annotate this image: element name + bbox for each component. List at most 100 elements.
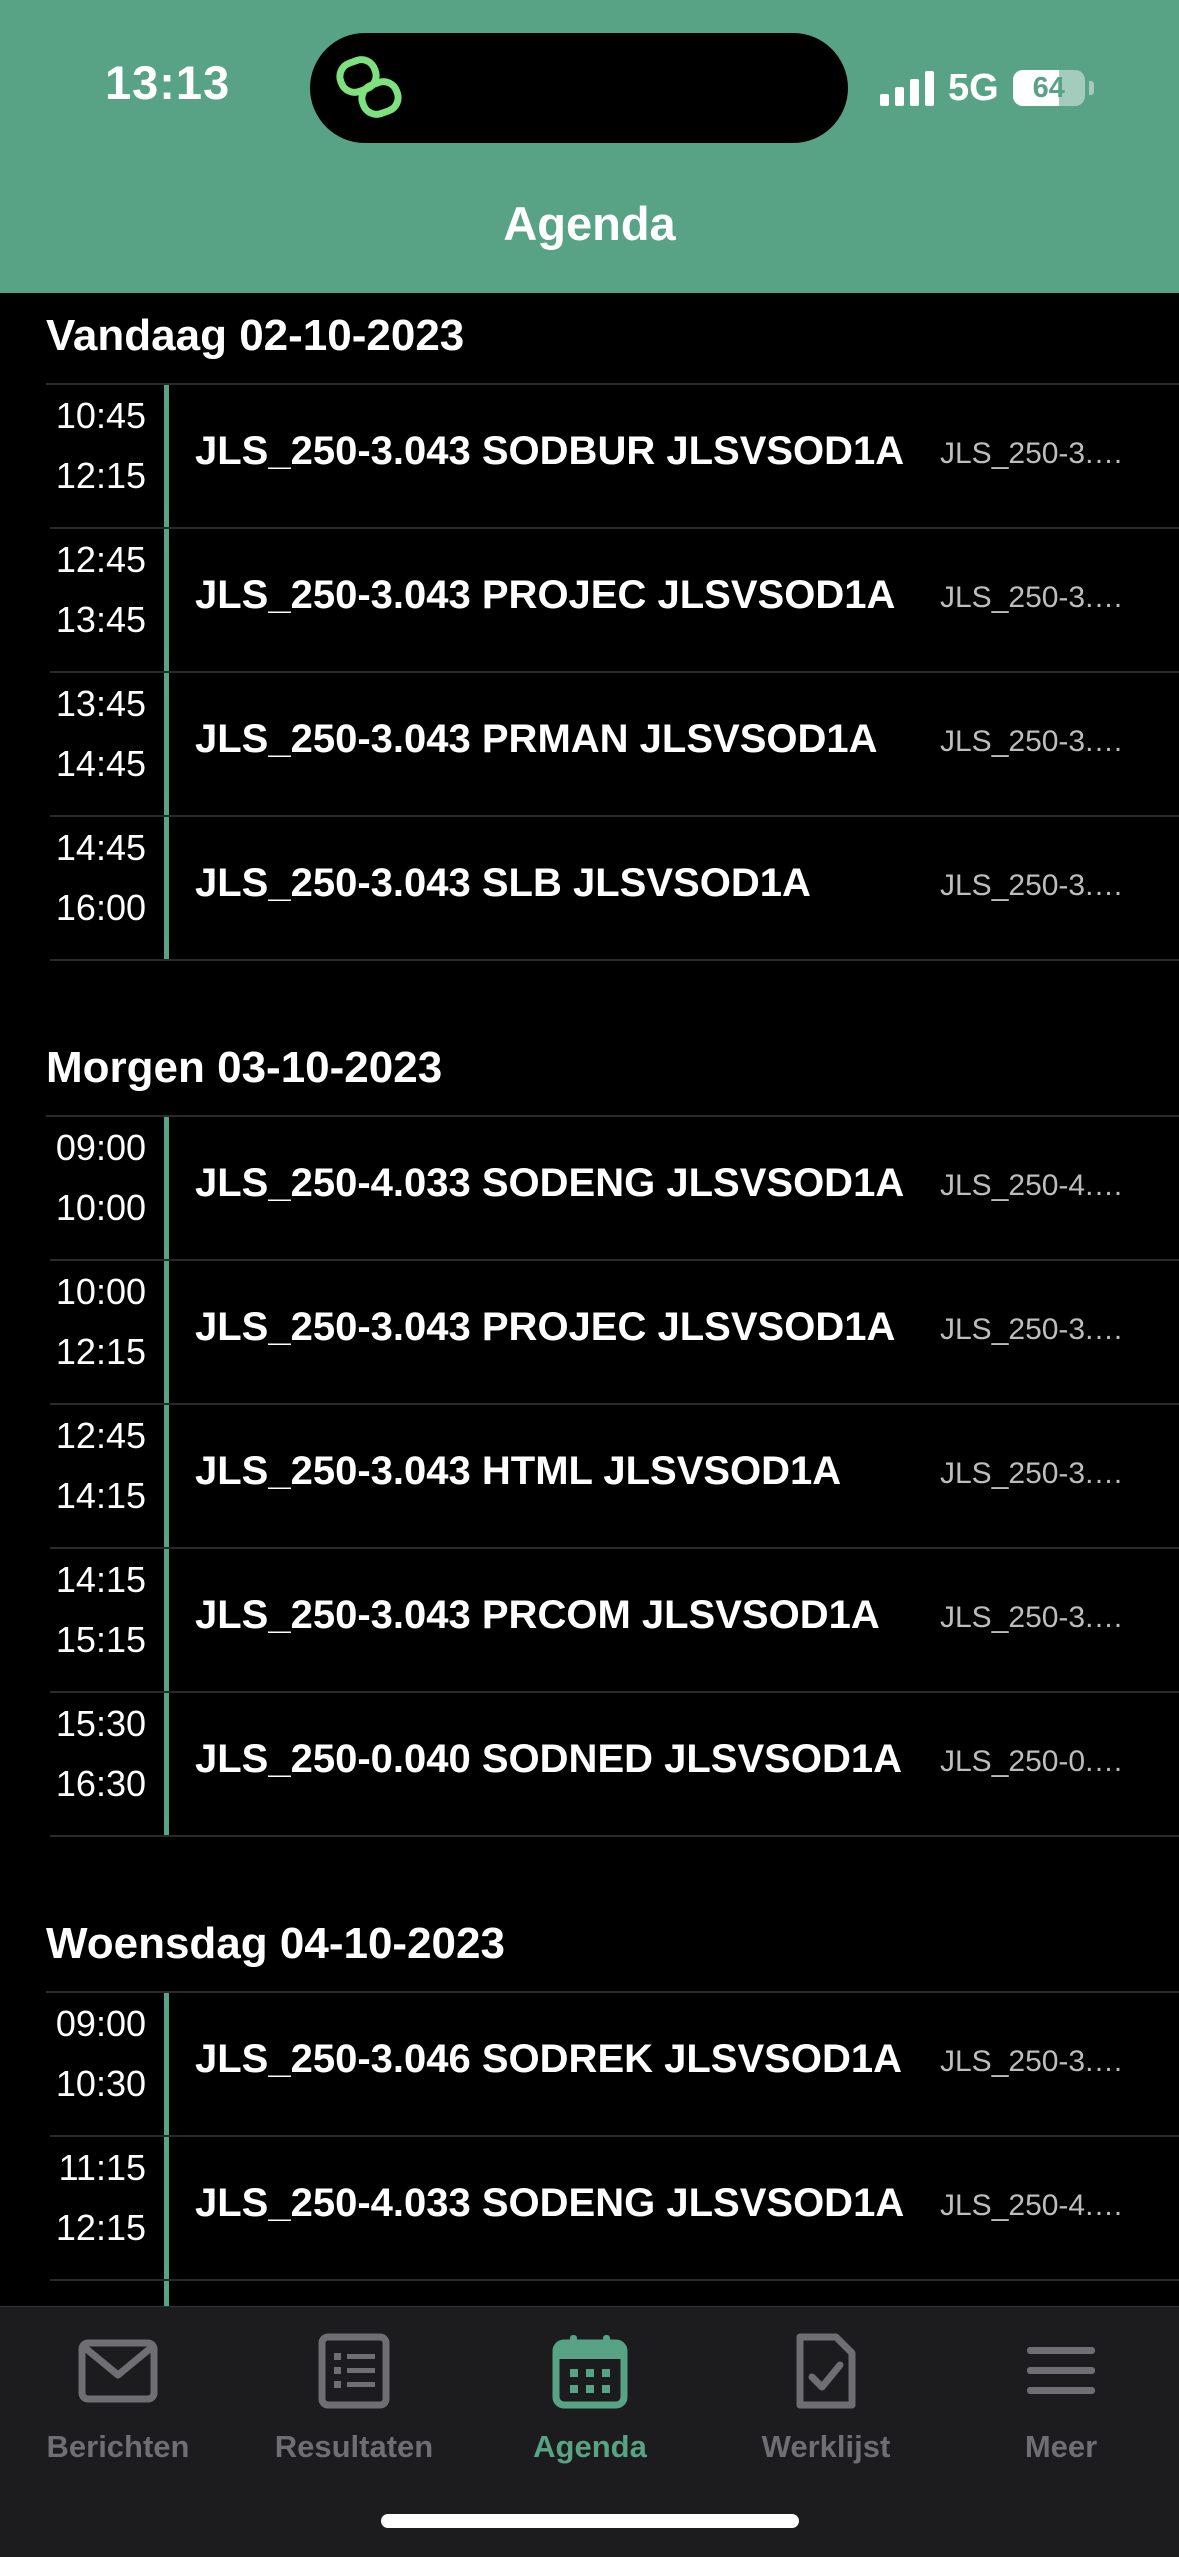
status-time: 13:13 <box>105 56 231 109</box>
dynamic-island <box>310 33 848 143</box>
event-row[interactable]: 09:00 10:30 JLS_250-3.046 SODREK JLSVSOD… <box>0 1993 1179 2137</box>
tab-resultaten[interactable]: Resultaten <box>236 2327 472 2477</box>
tab-berichten[interactable]: Berichten <box>0 2327 236 2477</box>
event-color-bar <box>164 1261 169 1405</box>
row-divider <box>50 1835 1179 1837</box>
app-header: 13:13 5G 64 Agenda <box>0 0 1179 293</box>
event-start-time: 14:15 <box>55 1559 146 1600</box>
event-row[interactable]: 10:00 12:15 JLS_250-3.043 PROJEC JLSVSOD… <box>0 1261 1179 1405</box>
day-header: Morgen 03-10-2023 <box>46 1043 443 1092</box>
event-start-time: 14:45 <box>55 827 146 868</box>
event-location: JLS_250-3.043 <box>940 437 1130 470</box>
event-start-time: 15:30 <box>55 1703 146 1744</box>
event-start-time: 13:45 <box>55 683 146 724</box>
app-logo-icon <box>336 56 402 118</box>
event-color-bar <box>164 529 169 673</box>
signal-icon <box>880 70 934 106</box>
day-header: Woensdag 04-10-2023 <box>46 1919 505 1968</box>
event-color-bar <box>164 2137 169 2281</box>
tab-label: Resultaten <box>274 2429 434 2464</box>
row-divider <box>50 959 1179 961</box>
battery-icon: 64 <box>1012 70 1085 106</box>
event-row-partial[interactable] <box>0 2281 1179 2306</box>
tab-meer[interactable]: Meer <box>943 2327 1179 2477</box>
event-row[interactable]: 15:30 16:30 JLS_250-0.040 SODNED JLSVSOD… <box>0 1693 1179 1837</box>
page-title: Agenda <box>503 197 676 250</box>
event-color-bar <box>164 385 169 529</box>
event-start-time: 12:45 <box>55 1415 146 1456</box>
event-color-bar <box>164 1405 169 1549</box>
home-indicator[interactable] <box>381 2514 799 2528</box>
event-location: JLS_250-3.043 <box>940 1601 1130 1634</box>
tab-werklijst[interactable]: Werklijst <box>708 2327 944 2477</box>
event-subject: JLS_250-3.043 SLB JLSVSOD1A <box>195 861 811 905</box>
event-subject: JLS_250-4.033 SODENG JLSVSOD1A <box>195 1161 905 1205</box>
event-row[interactable]: 11:15 12:15 JLS_250-4.033 SODENG JLSVSOD… <box>0 2137 1179 2281</box>
event-end-time: 10:00 <box>55 1187 146 1228</box>
event-subject: JLS_250-4.033 SODENG JLSVSOD1A <box>195 2181 905 2225</box>
event-location: JLS_250-3.043 <box>940 581 1130 614</box>
event-subject: JLS_250-3.043 HTML JLSVSOD1A <box>195 1449 842 1493</box>
checklist-icon <box>796 2333 856 2409</box>
mail-icon <box>78 2339 158 2403</box>
event-location: JLS_250-3.046 <box>940 2045 1130 2078</box>
event-end-time: 14:15 <box>55 1475 146 1516</box>
calendar-icon <box>552 2335 628 2409</box>
event-end-time: 16:30 <box>55 1763 146 1804</box>
event-color-bar <box>164 1993 169 2137</box>
battery-percentage: 64 <box>1032 72 1065 104</box>
event-end-time: 12:15 <box>55 455 146 496</box>
event-end-time: 16:00 <box>55 887 146 928</box>
event-color-bar <box>164 673 169 817</box>
list-icon <box>318 2333 390 2409</box>
event-start-time: 10:45 <box>55 395 146 436</box>
event-subject: JLS_250-3.043 SODBUR JLSVSOD1A <box>195 429 905 473</box>
event-location: JLS_250-3.043 <box>940 1457 1130 1490</box>
event-color-bar <box>164 1549 169 1693</box>
event-subject: JLS_250-3.046 SODREK JLSVSOD1A <box>195 2037 902 2081</box>
event-location: JLS_250-3.043 <box>940 1313 1130 1346</box>
agenda-list[interactable]: Vandaag 02-10-2023 10:45 12:15 JLS_250-3… <box>0 293 1179 2306</box>
event-location: JLS_250-3.043 <box>940 869 1130 902</box>
event-location: JLS_250-4.033 <box>940 1169 1130 1202</box>
event-row[interactable]: 14:15 15:15 JLS_250-3.043 PRCOM JLSVSOD1… <box>0 1549 1179 1693</box>
event-row[interactable]: 14:45 16:00 JLS_250-3.043 SLB JLSVSOD1A … <box>0 817 1179 961</box>
event-location: JLS_250-4.033 <box>940 2189 1130 2222</box>
event-row[interactable]: 12:45 14:15 JLS_250-3.043 HTML JLSVSOD1A… <box>0 1405 1179 1549</box>
event-subject: JLS_250-3.043 PROJEC JLSVSOD1A <box>195 573 896 617</box>
event-start-time: 09:00 <box>55 1127 146 1168</box>
menu-icon <box>1027 2347 1095 2394</box>
event-row[interactable]: 13:45 14:45 JLS_250-3.043 PRMAN JLSVSOD1… <box>0 673 1179 817</box>
event-color-bar <box>164 2281 169 2306</box>
tab-label: Meer <box>1024 2429 1098 2464</box>
tab-label: Werklijst <box>761 2429 891 2464</box>
network-type: 5G <box>948 66 999 109</box>
event-end-time: 15:15 <box>55 1619 146 1660</box>
event-start-time: 11:15 <box>58 2147 146 2188</box>
status-indicators: 5G 64 <box>880 66 1094 110</box>
event-subject: JLS_250-3.043 PROJEC JLSVSOD1A <box>195 1305 896 1349</box>
event-row[interactable]: 12:45 13:45 JLS_250-3.043 PROJEC JLSVSOD… <box>0 529 1179 673</box>
event-color-bar <box>164 1693 169 1837</box>
event-color-bar <box>164 1117 169 1261</box>
event-location: JLS_250-3.043 <box>940 725 1130 758</box>
event-start-time: 10:00 <box>55 1271 146 1312</box>
event-subject: JLS_250-3.043 PRCOM JLSVSOD1A <box>195 1593 880 1637</box>
event-subject: JLS_250-3.043 PRMAN JLSVSOD1A <box>195 717 878 761</box>
event-end-time: 10:30 <box>55 2063 146 2104</box>
event-end-time: 12:15 <box>55 2207 146 2248</box>
event-start-time: 09:00 <box>55 2003 146 2044</box>
event-end-time: 12:15 <box>55 1331 146 1372</box>
event-row[interactable]: 10:45 12:15 JLS_250-3.043 SODBUR JLSVSOD… <box>0 385 1179 529</box>
event-end-time: 14:45 <box>55 743 146 784</box>
tab-label: Berichten <box>46 2429 190 2464</box>
battery-cap <box>1088 81 1094 95</box>
day-header: Vandaag 02-10-2023 <box>46 311 465 360</box>
event-row[interactable]: 09:00 10:00 JLS_250-4.033 SODENG JLSVSOD… <box>0 1117 1179 1261</box>
event-end-time: 13:45 <box>55 599 146 640</box>
event-color-bar <box>164 817 169 961</box>
tab-agenda[interactable]: Agenda <box>472 2327 708 2477</box>
tab-label: Agenda <box>533 2429 647 2464</box>
event-subject: JLS_250-0.040 SODNED JLSVSOD1A <box>195 1737 902 1781</box>
event-start-time: 12:45 <box>55 539 146 580</box>
